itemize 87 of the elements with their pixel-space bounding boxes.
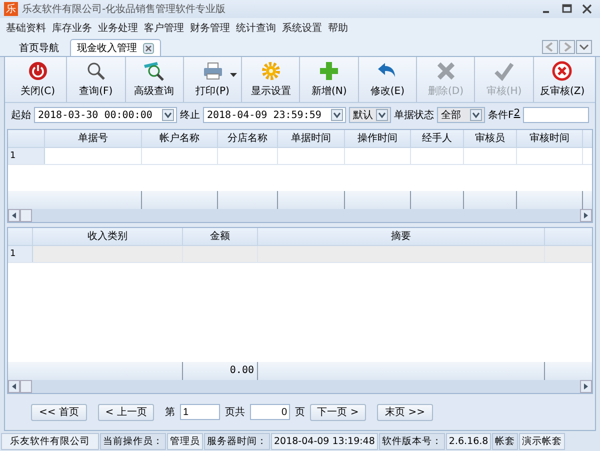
start-date-field[interactable]: 2018-03-30 00:00:00 xyxy=(34,107,177,123)
mode-dropdown[interactable]: 默认 xyxy=(349,107,391,123)
status-value: 演示帐套 xyxy=(519,432,566,450)
menu-item[interactable]: 帮助 xyxy=(328,21,348,35)
hotkey-label: 2 xyxy=(514,108,520,121)
page-field[interactable]: 1 xyxy=(180,404,220,420)
toolbar-button[interactable]: 显示设置 xyxy=(242,57,300,102)
next-page-button[interactable]: 下一页 > xyxy=(310,404,366,420)
start-label: 起始 xyxy=(11,108,31,122)
x-icon xyxy=(436,61,456,81)
close-icon[interactable] xyxy=(143,42,154,54)
toolbar-button[interactable]: 新增(N) xyxy=(300,57,359,102)
end-date-field[interactable]: 2018-04-09 23:59:59 xyxy=(203,107,346,123)
tab[interactable]: 现金收入管理 xyxy=(70,39,161,56)
menu-item[interactable]: 库存业务 xyxy=(52,21,92,35)
toolbar-button[interactable]: 高级查询 xyxy=(126,57,184,102)
column-header[interactable]: 审核员 xyxy=(464,130,517,147)
chevron-down-icon[interactable] xyxy=(576,40,592,54)
horizontal-scrollbar[interactable] xyxy=(8,380,592,393)
status-dropdown[interactable]: 全部 xyxy=(437,107,485,123)
x-circle-icon xyxy=(552,61,572,81)
scroll-right-icon[interactable] xyxy=(580,209,592,222)
horizontal-scrollbar[interactable] xyxy=(8,209,592,222)
printer-icon xyxy=(202,61,224,81)
chevron-down-icon[interactable] xyxy=(162,109,174,121)
menu-item[interactable]: 客户管理 xyxy=(144,21,184,35)
toolbar-button[interactable]: 反审核(Z) xyxy=(534,57,591,102)
maximize-icon[interactable] xyxy=(562,4,572,14)
scroll-left-icon[interactable] xyxy=(8,380,20,393)
column-header[interactable]: 经手人 xyxy=(411,130,464,147)
window-title: 乐友软件有限公司-化妆品销售管理软件专业版 xyxy=(22,2,226,16)
scroll-right-icon[interactable] xyxy=(580,380,592,393)
scroll-thumb[interactable] xyxy=(20,209,32,222)
status-label: 帐套 xyxy=(492,432,518,450)
status-label: 软件版本号： xyxy=(378,432,445,450)
status-label: 当前操作员： xyxy=(100,432,166,450)
last-page-button[interactable]: 末页 >> xyxy=(377,404,433,420)
toolbar-button[interactable]: 关闭(C) xyxy=(9,57,68,102)
toolbar-button[interactable]: 查询(F) xyxy=(67,57,126,102)
power-icon xyxy=(28,61,48,81)
scroll-thumb[interactable] xyxy=(20,380,32,393)
menu-item[interactable]: 系统设置 xyxy=(282,21,322,35)
scroll-left-icon[interactable] xyxy=(8,209,20,222)
settings-icon xyxy=(260,61,281,81)
column-header[interactable]: 操作时间 xyxy=(345,130,411,147)
status-value: 2018-04-09 13:19:48 xyxy=(271,432,378,450)
chevron-down-icon[interactable] xyxy=(470,109,482,121)
menu-item[interactable]: 基础资料 xyxy=(6,21,46,35)
menu-item[interactable]: 业务处理 xyxy=(98,21,138,35)
status-value: 2.6.16.8 xyxy=(446,432,492,450)
condition-label: 条件F xyxy=(488,109,514,122)
column-header[interactable]: 分店名称 xyxy=(218,130,278,147)
menu-item[interactable]: 财务管理 xyxy=(190,21,230,35)
status-value: 管理员 xyxy=(167,432,203,450)
page-suffix: 页 xyxy=(295,406,305,419)
checkmark-icon xyxy=(494,61,514,81)
first-page-button[interactable]: << 首页 xyxy=(31,404,87,420)
column-header[interactable]: 帐户名称 xyxy=(142,130,218,147)
search-icon xyxy=(143,61,166,81)
toolbar-button[interactable]: 打印(P) xyxy=(184,57,242,102)
total-pages-field[interactable]: 0 xyxy=(250,404,290,420)
column-header[interactable]: 审核时间 xyxy=(517,130,583,147)
chevron-down-icon[interactable] xyxy=(331,109,343,121)
caret-icon[interactable] xyxy=(230,73,238,77)
chevron-down-icon[interactable] xyxy=(376,109,388,121)
plus-icon xyxy=(319,61,340,81)
page-label: 第 xyxy=(165,406,175,419)
previous-page-button[interactable]: < 上一页 xyxy=(98,404,154,420)
condition-field[interactable] xyxy=(523,107,589,123)
row-number: 1 xyxy=(8,246,33,262)
column-header[interactable]: 单据时间 xyxy=(278,130,345,147)
column-header[interactable]: 收入类别 xyxy=(33,228,183,245)
status-value: 乐友软件有限公司 xyxy=(1,432,99,450)
column-header[interactable]: 金额 xyxy=(183,228,258,245)
total-label: 页共 xyxy=(225,406,245,419)
toolbar-button[interactable]: 修改(E) xyxy=(358,57,418,102)
search-icon xyxy=(86,61,106,81)
end-label: 终止 xyxy=(180,108,200,122)
tab[interactable]: 首页导航 xyxy=(12,39,66,56)
close-icon[interactable] xyxy=(582,4,592,14)
status-label: 服务器时间： xyxy=(204,432,270,450)
menu-item[interactable]: 统计查询 xyxy=(236,21,276,35)
app-logo: 乐 xyxy=(4,2,18,16)
column-header[interactable]: 摘要 xyxy=(258,228,545,245)
row-number: 1 xyxy=(8,148,45,164)
column-header[interactable]: 单据号 xyxy=(45,130,142,147)
status-label: 单据状态 xyxy=(394,108,434,122)
